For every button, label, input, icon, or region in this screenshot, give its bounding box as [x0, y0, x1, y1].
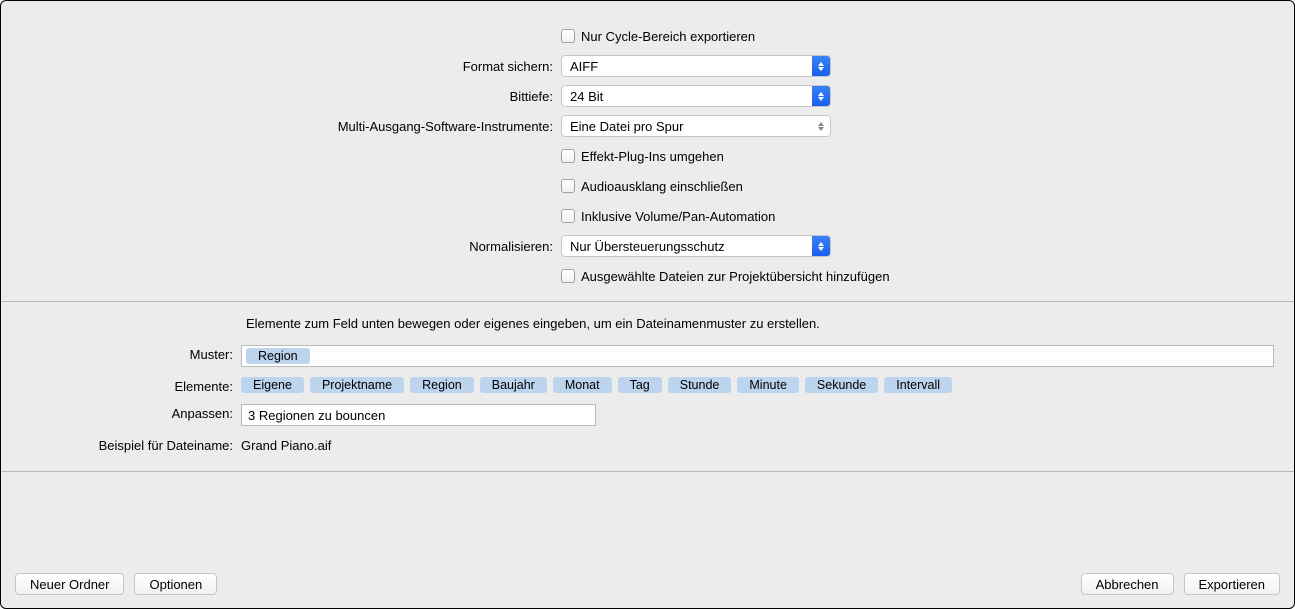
include-tail-label: Audioausklang einschließen: [581, 179, 743, 194]
bitdepth-value: 24 Bit: [562, 89, 812, 104]
pattern-instruction: Elemente zum Feld unten bewegen oder eig…: [21, 316, 1274, 331]
element-token-region[interactable]: Region: [410, 377, 474, 393]
dropdown-arrows-icon: [812, 56, 830, 76]
custom-text-value: 3 Regionen zu bouncen: [248, 408, 385, 423]
element-token-minute[interactable]: Minute: [737, 377, 799, 393]
normalize-label: Normalisieren:: [1, 239, 561, 254]
element-token-second[interactable]: Sekunde: [805, 377, 878, 393]
new-folder-button[interactable]: Neuer Ordner: [15, 573, 124, 595]
cycle-only-checkbox[interactable]: [561, 29, 575, 43]
normalize-value: Nur Übersteuerungsschutz: [562, 239, 812, 254]
multi-output-label: Multi-Ausgang-Software-Instrumente:: [1, 119, 561, 134]
bitdepth-select[interactable]: 24 Bit: [561, 85, 831, 107]
element-token-day[interactable]: Tag: [618, 377, 662, 393]
elements-label: Elemente:: [21, 377, 241, 394]
save-format-select[interactable]: AIFF: [561, 55, 831, 77]
include-volpan-checkbox[interactable]: [561, 209, 575, 223]
cancel-button[interactable]: Abbrechen: [1081, 573, 1174, 595]
save-format-value: AIFF: [562, 59, 812, 74]
export-options-section: Nur Cycle-Bereich exportieren Format sic…: [1, 1, 1294, 302]
dropdown-arrows-icon: [812, 116, 830, 136]
normalize-select[interactable]: Nur Übersteuerungsschutz: [561, 235, 831, 257]
save-format-label: Format sichern:: [1, 59, 561, 74]
cycle-only-label: Nur Cycle-Bereich exportieren: [581, 29, 755, 44]
pattern-label: Muster:: [21, 345, 241, 362]
element-token-interval[interactable]: Intervall: [884, 377, 952, 393]
add-to-browser-label: Ausgewählte Dateien zur Projektübersicht…: [581, 269, 890, 284]
element-token-month[interactable]: Monat: [553, 377, 612, 393]
dropdown-arrows-icon: [812, 86, 830, 106]
custom-label: Anpassen:: [21, 404, 241, 421]
bitdepth-label: Bittiefe:: [1, 89, 561, 104]
include-tail-checkbox[interactable]: [561, 179, 575, 193]
pattern-field[interactable]: Region: [241, 345, 1274, 367]
element-token-custom[interactable]: Eigene: [241, 377, 304, 393]
multi-output-value: Eine Datei pro Spur: [562, 119, 812, 134]
export-dialog: Nur Cycle-Bereich exportieren Format sic…: [0, 0, 1295, 609]
dropdown-arrows-icon: [812, 236, 830, 256]
bypass-fx-checkbox[interactable]: [561, 149, 575, 163]
bypass-fx-label: Effekt-Plug-Ins umgehen: [581, 149, 724, 164]
element-token-year[interactable]: Baujahr: [480, 377, 547, 393]
element-token-hour[interactable]: Stunde: [668, 377, 732, 393]
include-volpan-label: Inklusive Volume/Pan-Automation: [581, 209, 775, 224]
example-label: Beispiel für Dateiname:: [21, 436, 241, 453]
elements-palette: Eigene Projektname Region Baujahr Monat …: [241, 377, 1111, 393]
example-filename: Grand Piano.aif: [241, 438, 331, 453]
options-button[interactable]: Optionen: [134, 573, 217, 595]
export-button[interactable]: Exportieren: [1184, 573, 1280, 595]
add-to-browser-checkbox[interactable]: [561, 269, 575, 283]
multi-output-select[interactable]: Eine Datei pro Spur: [561, 115, 831, 137]
element-token-projectname[interactable]: Projektname: [310, 377, 404, 393]
filename-pattern-section: Elemente zum Feld unten bewegen oder eig…: [1, 302, 1294, 472]
custom-text-input[interactable]: 3 Regionen zu bouncen: [241, 404, 596, 426]
pattern-token-region[interactable]: Region: [246, 348, 310, 364]
dialog-button-bar: Neuer Ordner Optionen Abbrechen Exportie…: [1, 560, 1294, 608]
